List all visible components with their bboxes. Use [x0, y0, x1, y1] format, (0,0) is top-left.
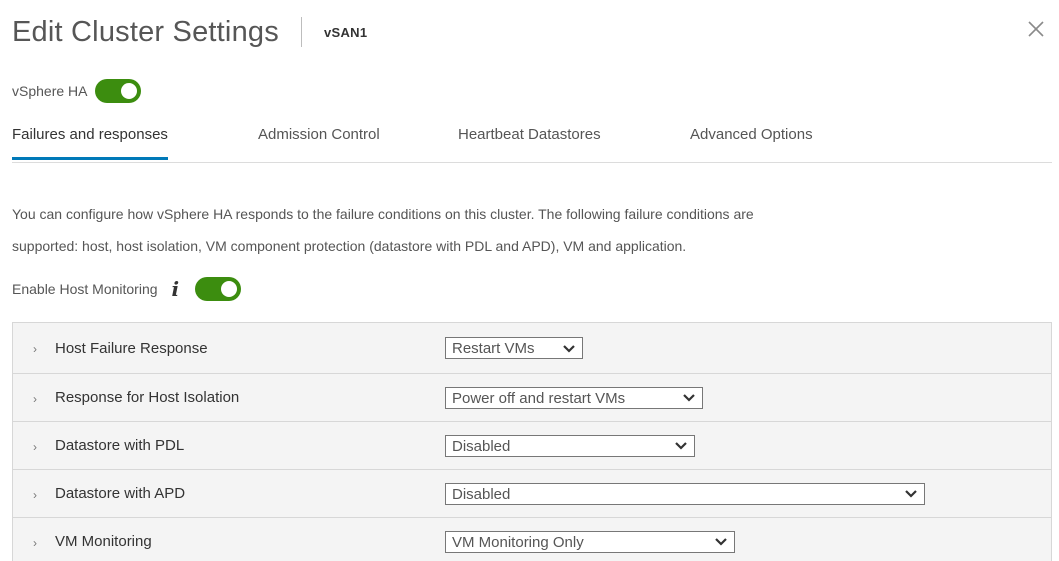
host-monitoring-toggle[interactable] — [195, 277, 242, 301]
chevron-down-icon — [905, 490, 917, 498]
tab-bar: Failures and responses Admission Control… — [12, 118, 1052, 163]
chevron-down-icon — [683, 394, 695, 402]
dialog-header: Edit Cluster Settings vSAN1 — [12, 10, 367, 54]
setting-row-datastore-pdl[interactable]: › Datastore with PDL Disabled — [13, 421, 1051, 469]
failure-response-table: › Host Failure Response Restart VMs › Re… — [12, 322, 1052, 561]
tab-heartbeat-datastores[interactable]: Heartbeat Datastores — [458, 126, 601, 157]
chevron-right-icon[interactable]: › — [33, 440, 37, 454]
tab-failures-and-responses[interactable]: Failures and responses — [12, 126, 168, 160]
datastore-pdl-select[interactable]: Disabled — [445, 434, 695, 457]
chevron-down-icon — [675, 442, 687, 450]
chevron-right-icon[interactable]: › — [33, 488, 37, 502]
close-icon[interactable] — [1023, 16, 1049, 42]
setting-row-vm-monitoring[interactable]: › VM Monitoring VM Monitoring Only — [13, 517, 1051, 561]
tab-admission-control[interactable]: Admission Control — [258, 126, 380, 157]
setting-label: Host Failure Response — [55, 339, 208, 357]
select-value: Disabled — [452, 485, 511, 503]
setting-row-datastore-apd[interactable]: › Datastore with APD Disabled — [13, 469, 1051, 517]
select-value: Disabled — [452, 437, 511, 455]
vsphere-ha-toggle[interactable] — [95, 79, 142, 103]
setting-label: VM Monitoring — [55, 533, 152, 550]
description-text: You can configure how vSphere HA respond… — [12, 198, 1012, 262]
setting-row-host-failure-response[interactable]: › Host Failure Response Restart VMs — [13, 323, 1051, 373]
datastore-apd-select[interactable]: Disabled — [445, 482, 925, 505]
setting-row-host-isolation[interactable]: › Response for Host Isolation Power off … — [13, 373, 1051, 421]
cluster-name: vSAN1 — [323, 24, 368, 40]
select-value: VM Monitoring Only — [452, 533, 584, 551]
info-icon[interactable]: i — [172, 277, 180, 301]
chevron-down-icon — [715, 538, 727, 546]
dialog-title: Edit Cluster Settings — [12, 15, 279, 48]
host-monitoring-row: Enable Host Monitoring i — [12, 277, 242, 301]
vsphere-ha-row: vSphere HA — [12, 79, 142, 103]
setting-label: Response for Host Isolation — [55, 389, 240, 406]
chevron-right-icon[interactable]: › — [33, 536, 37, 550]
setting-label: Datastore with PDL — [55, 437, 185, 454]
host-failure-response-select[interactable]: Restart VMs — [445, 337, 583, 359]
setting-label: Datastore with APD — [55, 485, 186, 502]
vsphere-ha-label: vSphere HA — [12, 83, 88, 99]
tab-advanced-options[interactable]: Advanced Options — [690, 126, 813, 157]
description-line-1: You can configure how vSphere HA respond… — [12, 206, 754, 222]
chevron-right-icon[interactable]: › — [33, 392, 37, 406]
select-value: Restart VMs — [452, 340, 535, 357]
chevron-down-icon — [563, 344, 575, 353]
chevron-right-icon[interactable]: › — [33, 342, 37, 356]
description-line-2: supported: host, host isolation, VM comp… — [12, 238, 687, 254]
host-monitoring-label: Enable Host Monitoring — [12, 281, 158, 297]
select-value: Power off and restart VMs — [452, 389, 626, 407]
vm-monitoring-select[interactable]: VM Monitoring Only — [445, 530, 735, 553]
host-isolation-response-select[interactable]: Power off and restart VMs — [445, 386, 703, 409]
title-divider — [300, 17, 302, 47]
